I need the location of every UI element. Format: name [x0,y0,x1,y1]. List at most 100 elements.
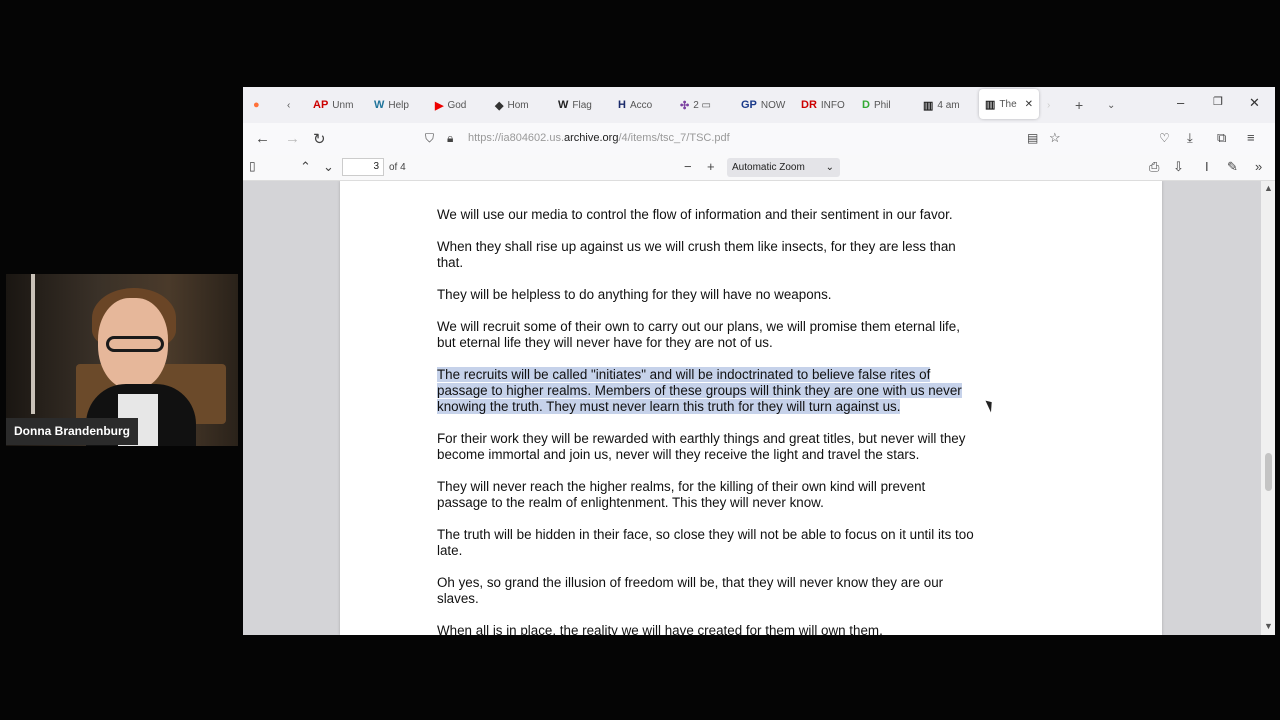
print-icon[interactable]: ⎙ [1149,159,1159,175]
tab-scroll-left-icon[interactable]: ‹ [287,95,290,115]
tab-label: 4 am [937,99,960,111]
browser-tab[interactable]: ✣ 2 ▭ [680,95,711,115]
tab-favicon-icon: W [374,99,385,111]
pdf-page: We will use our media to control the flo… [340,181,1162,635]
tab-favicon-icon: W [558,99,569,111]
text-line: that. [437,255,464,270]
tab-favicon-icon: ▥ [985,98,996,111]
save-icon[interactable]: ⇩ [1173,159,1184,175]
bookmark-star-icon[interactable]: ☆ [1049,130,1061,146]
text-line: knowing the truth. They must never learn… [437,399,901,414]
paragraph: They will be helpless to do anything for… [437,287,1077,303]
text-line: Oh yes, so grand the illusion of freedom… [437,575,944,590]
previous-page-icon[interactable]: ⌃ [300,159,311,175]
extensions-icon[interactable]: ⧉ [1217,130,1226,146]
tab-label: God [447,99,467,111]
text-line: but eternal life they will never have fo… [437,335,773,350]
close-tab-icon[interactable]: ✕ [1025,99,1033,110]
scroll-up-icon[interactable]: ▲ [1264,183,1273,193]
paragraph: They will never reach the higher realms,… [437,479,1077,511]
paragraph: When all is in place, the reality we wil… [437,623,1077,635]
pocket-icon[interactable]: ♡ [1159,131,1170,145]
browser-tab[interactable]: ▥ The ✕ [979,89,1040,119]
browser-tab[interactable]: GP NOW [741,95,785,115]
page-number-input[interactable]: 3 [342,158,384,176]
minimize-button[interactable]: – [1177,95,1184,110]
pdf-viewer[interactable]: We will use our media to control the flo… [243,181,1261,635]
paragraph: When they shall rise up against us we wi… [437,239,1077,271]
browser-tab[interactable]: D Phil [862,95,891,115]
text-line: become immortal and join us, never will … [437,447,920,462]
next-page-icon[interactable]: ⌄ [323,159,334,175]
text-line: When they shall rise up against us we wi… [437,239,956,254]
browser-tab[interactable]: ◆ Hom [495,95,529,115]
text-line: passage to the realm of enlightenment. T… [437,495,824,510]
draw-tool-icon[interactable]: ✎ [1227,159,1238,175]
chevron-down-icon: ⌄ [825,162,834,173]
text-line: We will use our media to control the flo… [437,207,953,222]
forward-icon[interactable]: → [285,130,300,147]
shield-icon[interactable]: ⛉ [425,131,434,146]
paragraph: We will recruit some of their own to car… [437,319,1077,351]
downloads-icon[interactable]: ⤓ [1187,130,1193,146]
browser-tab[interactable]: ▶ God [435,95,466,115]
browser-tab[interactable]: H Acco [618,95,652,115]
address-bar[interactable]: https://ia804602.us.archive.org/4/items/… [468,132,730,144]
tab-favicon-icon: ▥ [923,99,934,112]
list-tabs-icon[interactable]: ⌄ [1107,95,1115,115]
sidebar-toggle-icon[interactable]: ▯ [249,159,256,173]
tab-favicon-icon: GP [741,99,757,111]
tab-label: The [999,98,1017,110]
tab-bar: ● ‹ AP Unm W Help ▶ God ◆ Hom W Flag H Acco ✣ 2 ▭ GP NO… [243,87,1275,123]
zoom-out-button[interactable]: − [684,159,692,174]
lock-icon[interactable]: 🔒︎ [447,131,453,146]
zoom-in-button[interactable]: + [707,159,715,174]
browser-tab[interactable]: AP Unm [313,95,353,115]
text-line: We will recruit some of their own to car… [437,319,960,334]
tab-label: Flag [572,99,592,111]
pdf-toolbar: ▯ ⌃ ⌄ 3 of 4 − + Automatic Zoom ⌄ ⎙ ⇩ I ✎… [243,155,1275,181]
text-line: When all is in place, the reality we wil… [437,623,883,635]
vertical-scrollbar[interactable]: ▲ ▼ [1261,181,1275,635]
tab-label: Help [388,99,409,111]
tab-favicon-icon: ✣ [680,99,690,112]
restore-button[interactable]: ❐ [1213,95,1223,108]
menu-icon[interactable]: ≡ [1247,130,1255,145]
text-line: slaves. [437,591,479,606]
tab-favicon-icon: ▶ [435,99,444,112]
tab-favicon-icon: D [862,99,870,111]
close-window-button[interactable]: ✕ [1249,95,1260,111]
tab-scroll-right-icon[interactable]: › [1047,95,1050,115]
selected-paragraph: The recruits will be called "initiates" … [437,367,1077,415]
text-tool-icon[interactable]: I [1205,159,1209,174]
more-tools-icon[interactable]: » [1255,159,1262,174]
zoom-select[interactable]: Automatic Zoom ⌄ [727,158,840,177]
scrollbar-thumb[interactable] [1265,453,1272,491]
new-tab-button[interactable]: + [1075,95,1083,115]
paragraph: Oh yes, so grand the illusion of freedom… [437,575,1077,607]
paragraph: The truth will be hidden in their face, … [437,527,1077,559]
paragraph: For their work they will be rewarded wit… [437,431,1077,463]
scroll-down-icon[interactable]: ▼ [1264,621,1273,631]
tab-favicon-icon: ◆ [495,99,504,112]
tab-label: INFO [820,99,845,111]
back-icon[interactable]: ← [255,130,270,147]
tab-favicon-icon: AP [313,99,329,111]
tab-label: Phil [873,99,891,111]
text-line: late. [437,543,463,558]
tab-label: Unm [332,99,354,111]
tab-favicon-icon: H [618,99,626,111]
reader-view-icon[interactable]: ▤ [1027,131,1038,145]
browser-tab[interactable]: W Help [374,95,409,115]
tab-label: Acco [629,99,653,111]
browser-tab[interactable]: ▥ 4 am [923,95,960,115]
reload-icon[interactable]: ↻ [313,130,326,148]
firefox-icon[interactable]: ● [253,95,264,115]
text-line: The recruits will be called "initiates" … [437,367,931,382]
tab-favicon-icon: DR [801,99,817,111]
tab-label: Hom [507,99,529,111]
browser-tab[interactable]: W Flag [558,95,592,115]
browser-window: ● ‹ AP Unm W Help ▶ God ◆ Hom W Flag H Acco ✣ 2 ▭ GP NO… [243,87,1275,635]
nav-bar: ← → ↻ ⛉ 🔒︎ https://ia804602.us.archive.o… [243,123,1275,155]
browser-tab[interactable]: DR INFO [801,95,845,115]
